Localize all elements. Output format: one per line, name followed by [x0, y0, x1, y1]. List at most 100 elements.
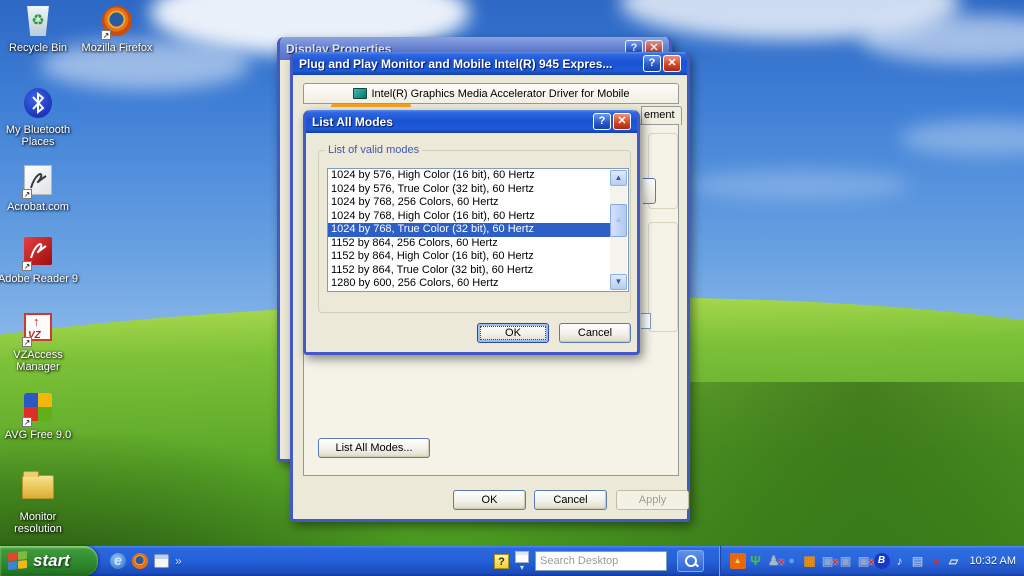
desktop-icon-recycle-bin[interactable]: Recycle Bin — [0, 4, 80, 54]
desktop-icon-label: Acrobat.com — [7, 201, 69, 213]
listbox-scrollbar[interactable]: ▲ ≡ ▼ — [610, 170, 627, 290]
folder-icon — [21, 471, 55, 509]
vzaccess-tray-icon[interactable]: ▲ — [729, 553, 746, 569]
desktop-icon-label: My Bluetooth Places — [5, 124, 71, 148]
groupbox-label: List of valid modes — [325, 144, 423, 156]
mode-list-item[interactable]: 1152 by 864, True Color (32 bit), 60 Her… — [328, 264, 611, 278]
button-fragment[interactable] — [643, 178, 656, 204]
mode-list-item-selected[interactable]: 1024 by 768, True Color (32 bit), 60 Her… — [328, 223, 611, 237]
search-input[interactable] — [535, 551, 667, 571]
taskbar: start e » ? ▾ ▲ Ψ ♟✕ ● ▦ ▣✕ ▣ ▣✕ B — [0, 546, 1024, 576]
start-button[interactable]: start — [0, 546, 98, 576]
desktop-icon-label: Adobe Reader 9 — [0, 273, 79, 285]
firefox-icon: ↗ — [100, 6, 134, 40]
desktop-icon-mozilla-firefox[interactable]: ↗ Mozilla Firefox — [75, 4, 159, 54]
cancel-button[interactable]: Cancel — [559, 323, 631, 343]
window-title: Plug and Play Monitor and Mobile Intel(R… — [299, 56, 613, 71]
close-button[interactable]: ✕ — [613, 113, 631, 130]
ok-button[interactable]: OK — [453, 490, 526, 510]
mode-list-item[interactable]: 1024 by 576, True Color (32 bit), 60 Her… — [328, 183, 611, 197]
scroll-up-button[interactable]: ▲ — [610, 170, 627, 186]
apply-button: Apply — [616, 490, 689, 510]
system-tray: ▲ Ψ ♟ ✕ ● ▦ ▣ ✕ ▣ ▣ ✕ B ♪ ▤ ◕ ▱ 10:32 AM — [718, 546, 1024, 576]
help-button[interactable]: ? — [593, 113, 611, 130]
desktop-icon-label: VZAccess Manager — [13, 349, 63, 373]
desktop-icon-label: Monitor resolution — [14, 511, 62, 535]
language-bar-icon[interactable]: ▦ — [802, 553, 818, 569]
tray-glyph: ▦ — [803, 553, 816, 568]
screen: Recycle Bin ↗ Mozilla Firefox My Bluetoo… — [0, 0, 1024, 576]
dialup-offline-icon[interactable]: ▣ ✕ — [856, 553, 875, 569]
selected-tab-top-highlight — [331, 104, 411, 107]
tab-partial-color-management[interactable]: ement — [641, 106, 682, 125]
list-all-modes-window: List All Modes ? ✕ List of valid modes 1… — [303, 110, 640, 355]
desktop-icon-acrobat-com[interactable]: ↗ Acrobat.com — [0, 163, 80, 213]
desktop-icon-monitor-resolution[interactable]: Monitor resolution — [0, 468, 80, 535]
wireless-antenna-icon[interactable]: Ψ — [748, 553, 764, 569]
deskbar-window-icon[interactable] — [515, 550, 529, 563]
avg-icon: ↗ — [21, 393, 55, 427]
close-button[interactable]: ✕ — [663, 55, 681, 72]
clock[interactable]: 10:32 AM — [970, 555, 1016, 567]
network-offline-icon[interactable]: ▣ ✕ — [820, 553, 839, 569]
search-button[interactable] — [677, 550, 704, 572]
show-desktop-icon[interactable] — [154, 554, 169, 568]
recycle-bin-icon — [21, 6, 55, 40]
wireless-network-icon[interactable]: ▣ — [838, 553, 854, 569]
mode-list-item[interactable]: 1280 by 600, 256 Colors, 60 Hertz — [328, 277, 611, 291]
shortcut-arrow-icon: ↗ — [22, 261, 32, 271]
cloud — [690, 170, 910, 200]
cancel-button[interactable]: Cancel — [534, 490, 607, 510]
quick-launch-overflow-chevron[interactable]: » — [175, 554, 182, 568]
avg-tray-icon[interactable]: ◕ — [928, 553, 944, 569]
deskbar-caret-icon[interactable]: ▾ — [520, 563, 524, 572]
ok-button[interactable]: OK — [477, 323, 549, 343]
mode-list-item[interactable]: 1024 by 768, 256 Colors, 60 Hertz — [328, 196, 611, 210]
internet-explorer-icon[interactable]: e — [110, 553, 126, 569]
mode-list-item[interactable]: 1152 by 864, High Color (16 bit), 60 Her… — [328, 250, 611, 264]
desktop-icon-label: Mozilla Firefox — [81, 42, 153, 54]
tray-glyph: ▱ — [948, 554, 959, 568]
search-magnifier-tray-icon[interactable]: ● — [784, 553, 800, 569]
quick-launch: e » — [110, 546, 182, 576]
plug-play-titlebar[interactable]: Plug and Play Monitor and Mobile Intel(R… — [293, 52, 687, 75]
firefox-quicklaunch-icon[interactable] — [132, 553, 148, 569]
start-label: start — [33, 551, 70, 570]
tray-glyph: ● — [788, 555, 795, 567]
shortcut-arrow-icon: ↗ — [101, 30, 111, 40]
intel-gma-icon — [352, 88, 367, 99]
user-offline-icon[interactable]: ♟ ✕ — [766, 553, 785, 569]
bluetooth-tray-icon[interactable]: B — [873, 553, 890, 569]
mode-list-item[interactable]: 1024 by 576, High Color (16 bit), 60 Her… — [328, 169, 611, 183]
tab-intel-graphics[interactable]: Intel(R) Graphics Media Accelerator Driv… — [303, 83, 679, 104]
desktop-icon-avg-free[interactable]: ↗ AVG Free 9.0 — [0, 390, 80, 441]
tray-glyph: ▤ — [911, 554, 924, 568]
acrobat-com-icon: ↗ — [21, 165, 55, 199]
desktop-icon-adobe-reader-9[interactable]: ↗ Adobe Reader 9 — [0, 234, 80, 285]
desktop-icon-label: AVG Free 9.0 — [4, 429, 72, 441]
adobe-reader-icon: ↗ — [21, 237, 55, 271]
tray-glyph: ♪ — [896, 554, 903, 568]
mode-list-item[interactable]: 1152 by 864, 256 Colors, 60 Hertz — [328, 237, 611, 251]
help-button[interactable]: ? — [643, 55, 661, 72]
tray-glyph: ◕ — [931, 553, 940, 568]
tab-label: Intel(R) Graphics Media Accelerator Driv… — [371, 87, 630, 100]
tray-glyph: ▣ — [839, 554, 852, 568]
intel-display-tray-icon[interactable]: ▤ — [910, 553, 926, 569]
shortcut-arrow-icon: ↗ — [22, 337, 32, 347]
list-all-modes-button[interactable]: List All Modes... — [318, 438, 430, 458]
search-deskbar: ? ▾ — [494, 546, 704, 576]
groupbox-fragment — [648, 222, 678, 332]
volume-icon[interactable]: ♪ — [892, 553, 908, 569]
mode-list-item[interactable]: 1024 by 768, High Color (16 bit), 60 Her… — [328, 210, 611, 224]
list-all-modes-titlebar[interactable]: List All Modes ? ✕ — [306, 110, 637, 133]
modes-listbox: 1024 by 576, High Color (16 bit), 60 Her… — [327, 168, 629, 292]
deskbar-help-icon[interactable]: ? — [494, 553, 509, 569]
scroll-down-button[interactable]: ▼ — [610, 274, 627, 290]
touchpad-tray-icon[interactable]: ▱ — [946, 553, 962, 569]
desktop-icon-my-bluetooth-places[interactable]: My Bluetooth Places — [0, 86, 80, 148]
scrollbar-thumb[interactable]: ≡ — [610, 204, 627, 237]
tray-glyph: ▲ — [733, 556, 742, 565]
desktop-icon-vzaccess-manager[interactable]: ↑ VZ ↗ VZAccess Manager — [0, 310, 80, 373]
tab-label: ement — [644, 109, 675, 121]
